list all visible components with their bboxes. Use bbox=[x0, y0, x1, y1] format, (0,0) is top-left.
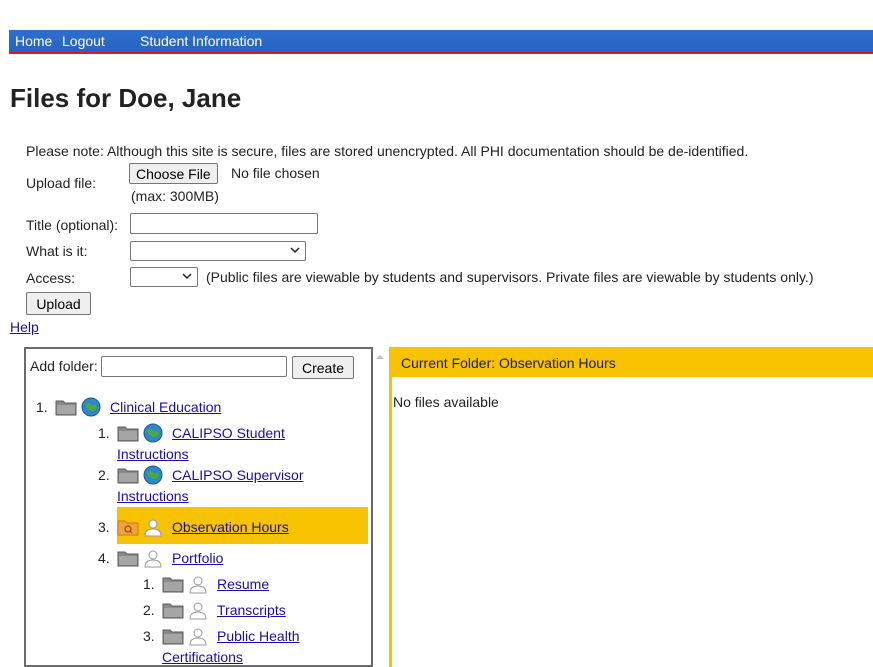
nav-logout-link[interactable]: Logout bbox=[62, 33, 105, 49]
folder-link-continued[interactable]: Certifications bbox=[162, 649, 243, 665]
upload-button[interactable]: Upload bbox=[26, 292, 91, 315]
folder-link-continued[interactable]: Instructions bbox=[117, 446, 189, 462]
folder-icon[interactable] bbox=[55, 398, 77, 416]
globe-icon bbox=[143, 423, 163, 443]
tree-item-number: 3. bbox=[98, 519, 110, 535]
folder-icon[interactable] bbox=[162, 575, 184, 593]
tree-item-number: 1. bbox=[36, 399, 48, 415]
tree-item-number: 2. bbox=[98, 467, 110, 483]
title-label: Title (optional): bbox=[26, 217, 119, 233]
access-note: (Public files are viewable by students a… bbox=[206, 269, 814, 285]
scroll-up-arrow-icon[interactable] bbox=[375, 352, 385, 362]
globe-icon bbox=[81, 397, 101, 417]
nav-student-info-link[interactable]: Student Information bbox=[140, 33, 262, 49]
no-file-chosen-text: No file chosen bbox=[231, 165, 320, 181]
user-icon bbox=[188, 574, 208, 594]
user-icon bbox=[188, 600, 208, 620]
tree-item-number: 2. bbox=[143, 602, 155, 618]
open-folder-icon[interactable] bbox=[117, 518, 139, 536]
tree-item-number: 4. bbox=[98, 550, 110, 566]
folder-icon[interactable] bbox=[117, 549, 139, 567]
folder-link[interactable]: Observation Hours bbox=[172, 519, 289, 535]
folder-link[interactable]: Transcripts bbox=[217, 602, 286, 618]
access-select[interactable] bbox=[130, 267, 198, 287]
tree-item-number: 1. bbox=[98, 425, 110, 441]
chevron-down-icon bbox=[182, 273, 192, 280]
user-icon bbox=[188, 626, 208, 646]
folder-link-continued[interactable]: Instructions bbox=[117, 488, 189, 504]
what-is-it-label: What is it: bbox=[26, 243, 88, 259]
max-size-text: (max: 300MB) bbox=[131, 188, 219, 204]
choose-file-button[interactable]: Choose File bbox=[129, 163, 218, 184]
user-icon bbox=[143, 517, 163, 537]
no-files-text: No files available bbox=[393, 394, 499, 410]
folder-icon[interactable] bbox=[117, 466, 139, 484]
user-icon bbox=[143, 548, 163, 568]
file-list-pane: Current Folder: Observation Hours No fil… bbox=[389, 347, 873, 667]
globe-icon bbox=[143, 465, 163, 485]
security-note: Please note: Although this site is secur… bbox=[26, 143, 749, 159]
access-label: Access: bbox=[26, 270, 76, 286]
top-nav-bar: Home Logout Student Information bbox=[9, 30, 873, 54]
add-folder-input[interactable] bbox=[101, 356, 287, 377]
folder-link[interactable]: Clinical Education bbox=[110, 399, 221, 415]
folder-icon[interactable] bbox=[162, 601, 184, 619]
help-link[interactable]: Help bbox=[10, 319, 39, 335]
tree-item-number: 1. bbox=[143, 576, 155, 592]
current-folder-header: Current Folder: Observation Hours bbox=[392, 347, 873, 377]
folder-icon[interactable] bbox=[117, 424, 139, 442]
folder-link[interactable]: CALIPSO Supervisor bbox=[172, 467, 304, 483]
folder-link[interactable]: Resume bbox=[217, 576, 269, 592]
title-input[interactable] bbox=[130, 213, 318, 234]
current-folder-title: Current Folder: Observation Hours bbox=[401, 355, 616, 371]
folder-icon[interactable] bbox=[162, 627, 184, 645]
create-folder-button[interactable]: Create bbox=[292, 356, 354, 379]
folder-link[interactable]: Portfolio bbox=[172, 550, 223, 566]
folder-link[interactable]: Public Health bbox=[217, 628, 300, 644]
add-folder-label: Add folder: bbox=[30, 358, 98, 374]
nav-home-link[interactable]: Home bbox=[15, 33, 52, 49]
what-is-it-select[interactable] bbox=[130, 241, 306, 261]
folder-link[interactable]: CALIPSO Student bbox=[172, 425, 285, 441]
chevron-down-icon bbox=[290, 247, 300, 254]
upload-file-label: Upload file: bbox=[26, 175, 97, 191]
page-title: Files for Doe, Jane bbox=[10, 83, 242, 113]
tree-item-number: 3. bbox=[143, 628, 155, 644]
